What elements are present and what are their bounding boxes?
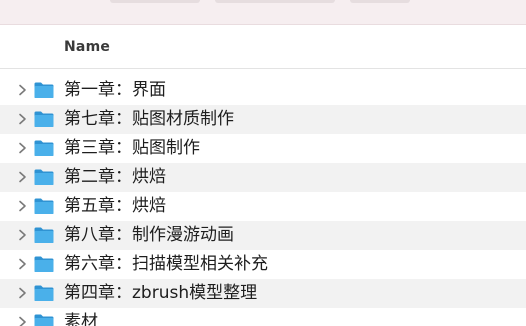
folder-icon: [34, 227, 54, 243]
finder-window: Name 第一章：界面 第七章：贴图材质制作 第三章：贴图制作 第二章：烘焙 第…: [0, 0, 526, 326]
cut-off-text: [110, 0, 200, 3]
chevron-right-icon[interactable]: [15, 170, 29, 184]
folder-name: 第六章：扫描模型相关补充: [64, 254, 268, 274]
folder-icon: [34, 198, 54, 214]
folder-row[interactable]: 第二章：烘焙: [0, 163, 526, 192]
folder-name: 第一章：界面: [64, 80, 166, 100]
folder-row[interactable]: 第五章：烘焙: [0, 192, 526, 221]
folder-name: 第八章：制作漫游动画: [64, 225, 234, 245]
cut-off-toolbar: [0, 0, 526, 25]
chevron-right-icon[interactable]: [15, 141, 29, 155]
folder-name: 第三章：贴图制作: [64, 138, 200, 158]
chevron-right-icon[interactable]: [15, 286, 29, 300]
folder-row[interactable]: 素材: [0, 308, 526, 326]
folder-row[interactable]: 第一章：界面: [0, 76, 526, 105]
cut-off-text: [350, 0, 410, 3]
chevron-right-icon[interactable]: [15, 228, 29, 242]
folder-icon: [34, 140, 54, 156]
folder-icon: [34, 169, 54, 185]
folder-row[interactable]: 第四章：zbrush模型整理: [0, 279, 526, 308]
name-column-header[interactable]: Name: [64, 39, 110, 55]
chevron-right-icon[interactable]: [15, 83, 29, 97]
chevron-right-icon[interactable]: [15, 199, 29, 213]
folder-icon: [34, 256, 54, 272]
folder-name: 第二章：烘焙: [64, 167, 166, 187]
folder-row[interactable]: 第七章：贴图材质制作: [0, 105, 526, 134]
folder-icon: [34, 314, 54, 326]
folder-list: 第一章：界面 第七章：贴图材质制作 第三章：贴图制作 第二章：烘焙 第五章：烘焙…: [0, 76, 526, 326]
folder-name: 第四章：zbrush模型整理: [64, 283, 258, 303]
folder-name: 第五章：烘焙: [64, 196, 166, 216]
cut-off-text: [215, 0, 335, 3]
chevron-right-icon[interactable]: [15, 315, 29, 326]
folder-row[interactable]: 第三章：贴图制作: [0, 134, 526, 163]
folder-name: 第七章：贴图材质制作: [64, 109, 234, 129]
folder-row[interactable]: 第八章：制作漫游动画: [0, 221, 526, 250]
folder-icon: [34, 82, 54, 98]
folder-icon: [34, 285, 54, 301]
chevron-right-icon[interactable]: [15, 257, 29, 271]
folder-name: 素材: [64, 312, 98, 326]
list-header: Name: [0, 25, 526, 69]
chevron-right-icon[interactable]: [15, 112, 29, 126]
folder-row[interactable]: 第六章：扫描模型相关补充: [0, 250, 526, 279]
folder-icon: [34, 111, 54, 127]
